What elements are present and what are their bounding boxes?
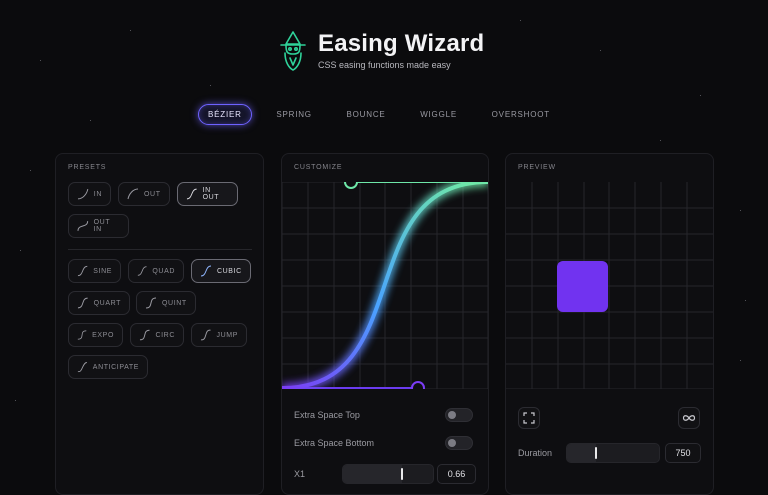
curve-icon xyxy=(77,362,88,373)
tab-overshoot[interactable]: OVERSHOOT xyxy=(482,104,560,125)
presets-title: PRESETS xyxy=(68,164,107,171)
extra-space-bottom-toggle[interactable] xyxy=(445,436,473,450)
fullscreen-icon xyxy=(523,412,535,424)
x1-slider-fill xyxy=(343,465,402,483)
preset-circ-button[interactable]: CIRC xyxy=(130,323,184,347)
wizard-icon xyxy=(280,31,306,71)
preset-jump-button[interactable]: JUMP xyxy=(191,323,247,347)
curve-icon xyxy=(137,266,147,276)
preset-cubic-button[interactable]: CUBIC xyxy=(191,259,251,283)
customize-panel: CUSTOMIZE Extra Space Top Extra Space Bo… xyxy=(281,153,489,495)
easing-type-tabs: BÉZIER SPRING BOUNCE WIGGLE OVERSHOOT xyxy=(198,100,560,128)
curve-icon xyxy=(139,329,150,341)
extra-space-top-label: Extra Space Top xyxy=(294,410,360,420)
preset-sine-button[interactable]: SINE xyxy=(68,259,121,283)
duration-slider-handle[interactable] xyxy=(595,447,597,459)
preset-out-in-button[interactable]: OUT IN xyxy=(68,214,129,238)
app-subtitle: CSS easing functions made easy xyxy=(318,60,451,70)
curve-icon xyxy=(77,265,88,277)
fullscreen-button[interactable] xyxy=(518,407,540,429)
preview-title: PREVIEW xyxy=(518,164,556,171)
brand-header: Easing Wizard CSS easing functions made … xyxy=(278,30,484,72)
preset-expo-button[interactable]: EXPO xyxy=(68,323,123,347)
extra-space-bottom-label: Extra Space Bottom xyxy=(294,438,375,448)
curve-icon xyxy=(145,297,157,309)
curve-icon xyxy=(77,297,88,309)
tab-wiggle[interactable]: WIGGLE xyxy=(410,104,467,125)
duration-slider-fill xyxy=(567,444,596,462)
tab-spring[interactable]: SPRING xyxy=(266,104,321,125)
bezier-curve-editor[interactable] xyxy=(282,182,488,389)
curve-icon xyxy=(200,329,211,341)
curve-icon xyxy=(200,265,212,277)
preview-panel: PREVIEW Duration 750 xyxy=(505,153,714,495)
duration-slider[interactable] xyxy=(566,443,660,463)
preset-quint-button[interactable]: QUINT xyxy=(136,291,196,315)
preset-anticipate-button[interactable]: ANTICIPATE xyxy=(68,355,148,379)
ease-out-in-curve-icon xyxy=(77,221,89,231)
toggle-knob xyxy=(448,439,456,447)
customize-title: CUSTOMIZE xyxy=(294,164,343,171)
ease-out-curve-icon xyxy=(127,188,139,200)
preset-quart-button[interactable]: QUART xyxy=(68,291,130,315)
ease-in-curve-icon xyxy=(77,188,89,200)
loop-toggle-button[interactable] xyxy=(678,407,700,429)
tab-bezier[interactable]: BÉZIER xyxy=(198,103,252,125)
ease-in-out-curve-icon xyxy=(186,188,197,200)
control-point-2-handle[interactable] xyxy=(344,182,358,189)
preview-animated-box xyxy=(557,261,608,312)
x1-label: X1 xyxy=(294,469,306,479)
duration-value[interactable]: 750 xyxy=(665,443,701,463)
tab-bounce[interactable]: BOUNCE xyxy=(337,104,396,125)
preset-in-out-button[interactable]: IN OUT xyxy=(177,182,238,206)
x1-slider-handle[interactable] xyxy=(401,468,403,480)
infinity-icon xyxy=(682,415,696,421)
app-title: Easing Wizard xyxy=(318,30,485,57)
extra-space-top-toggle[interactable] xyxy=(445,408,473,422)
preset-quad-button[interactable]: QUAD xyxy=(128,259,184,283)
duration-label: Duration xyxy=(518,448,553,458)
preview-stage xyxy=(506,182,713,389)
x1-value[interactable]: 0.66 xyxy=(437,464,476,484)
curve-icon xyxy=(77,330,87,340)
x1-slider[interactable] xyxy=(342,464,434,484)
preset-in-button[interactable]: IN xyxy=(68,182,111,206)
presets-divider xyxy=(68,249,252,250)
preset-out-button[interactable]: OUT xyxy=(118,182,170,206)
control-point-1-handle[interactable] xyxy=(411,381,425,389)
presets-panel: PRESETS IN OUT IN OUT OUT IN SINE QUAD C… xyxy=(55,153,264,495)
toggle-knob xyxy=(448,411,456,419)
